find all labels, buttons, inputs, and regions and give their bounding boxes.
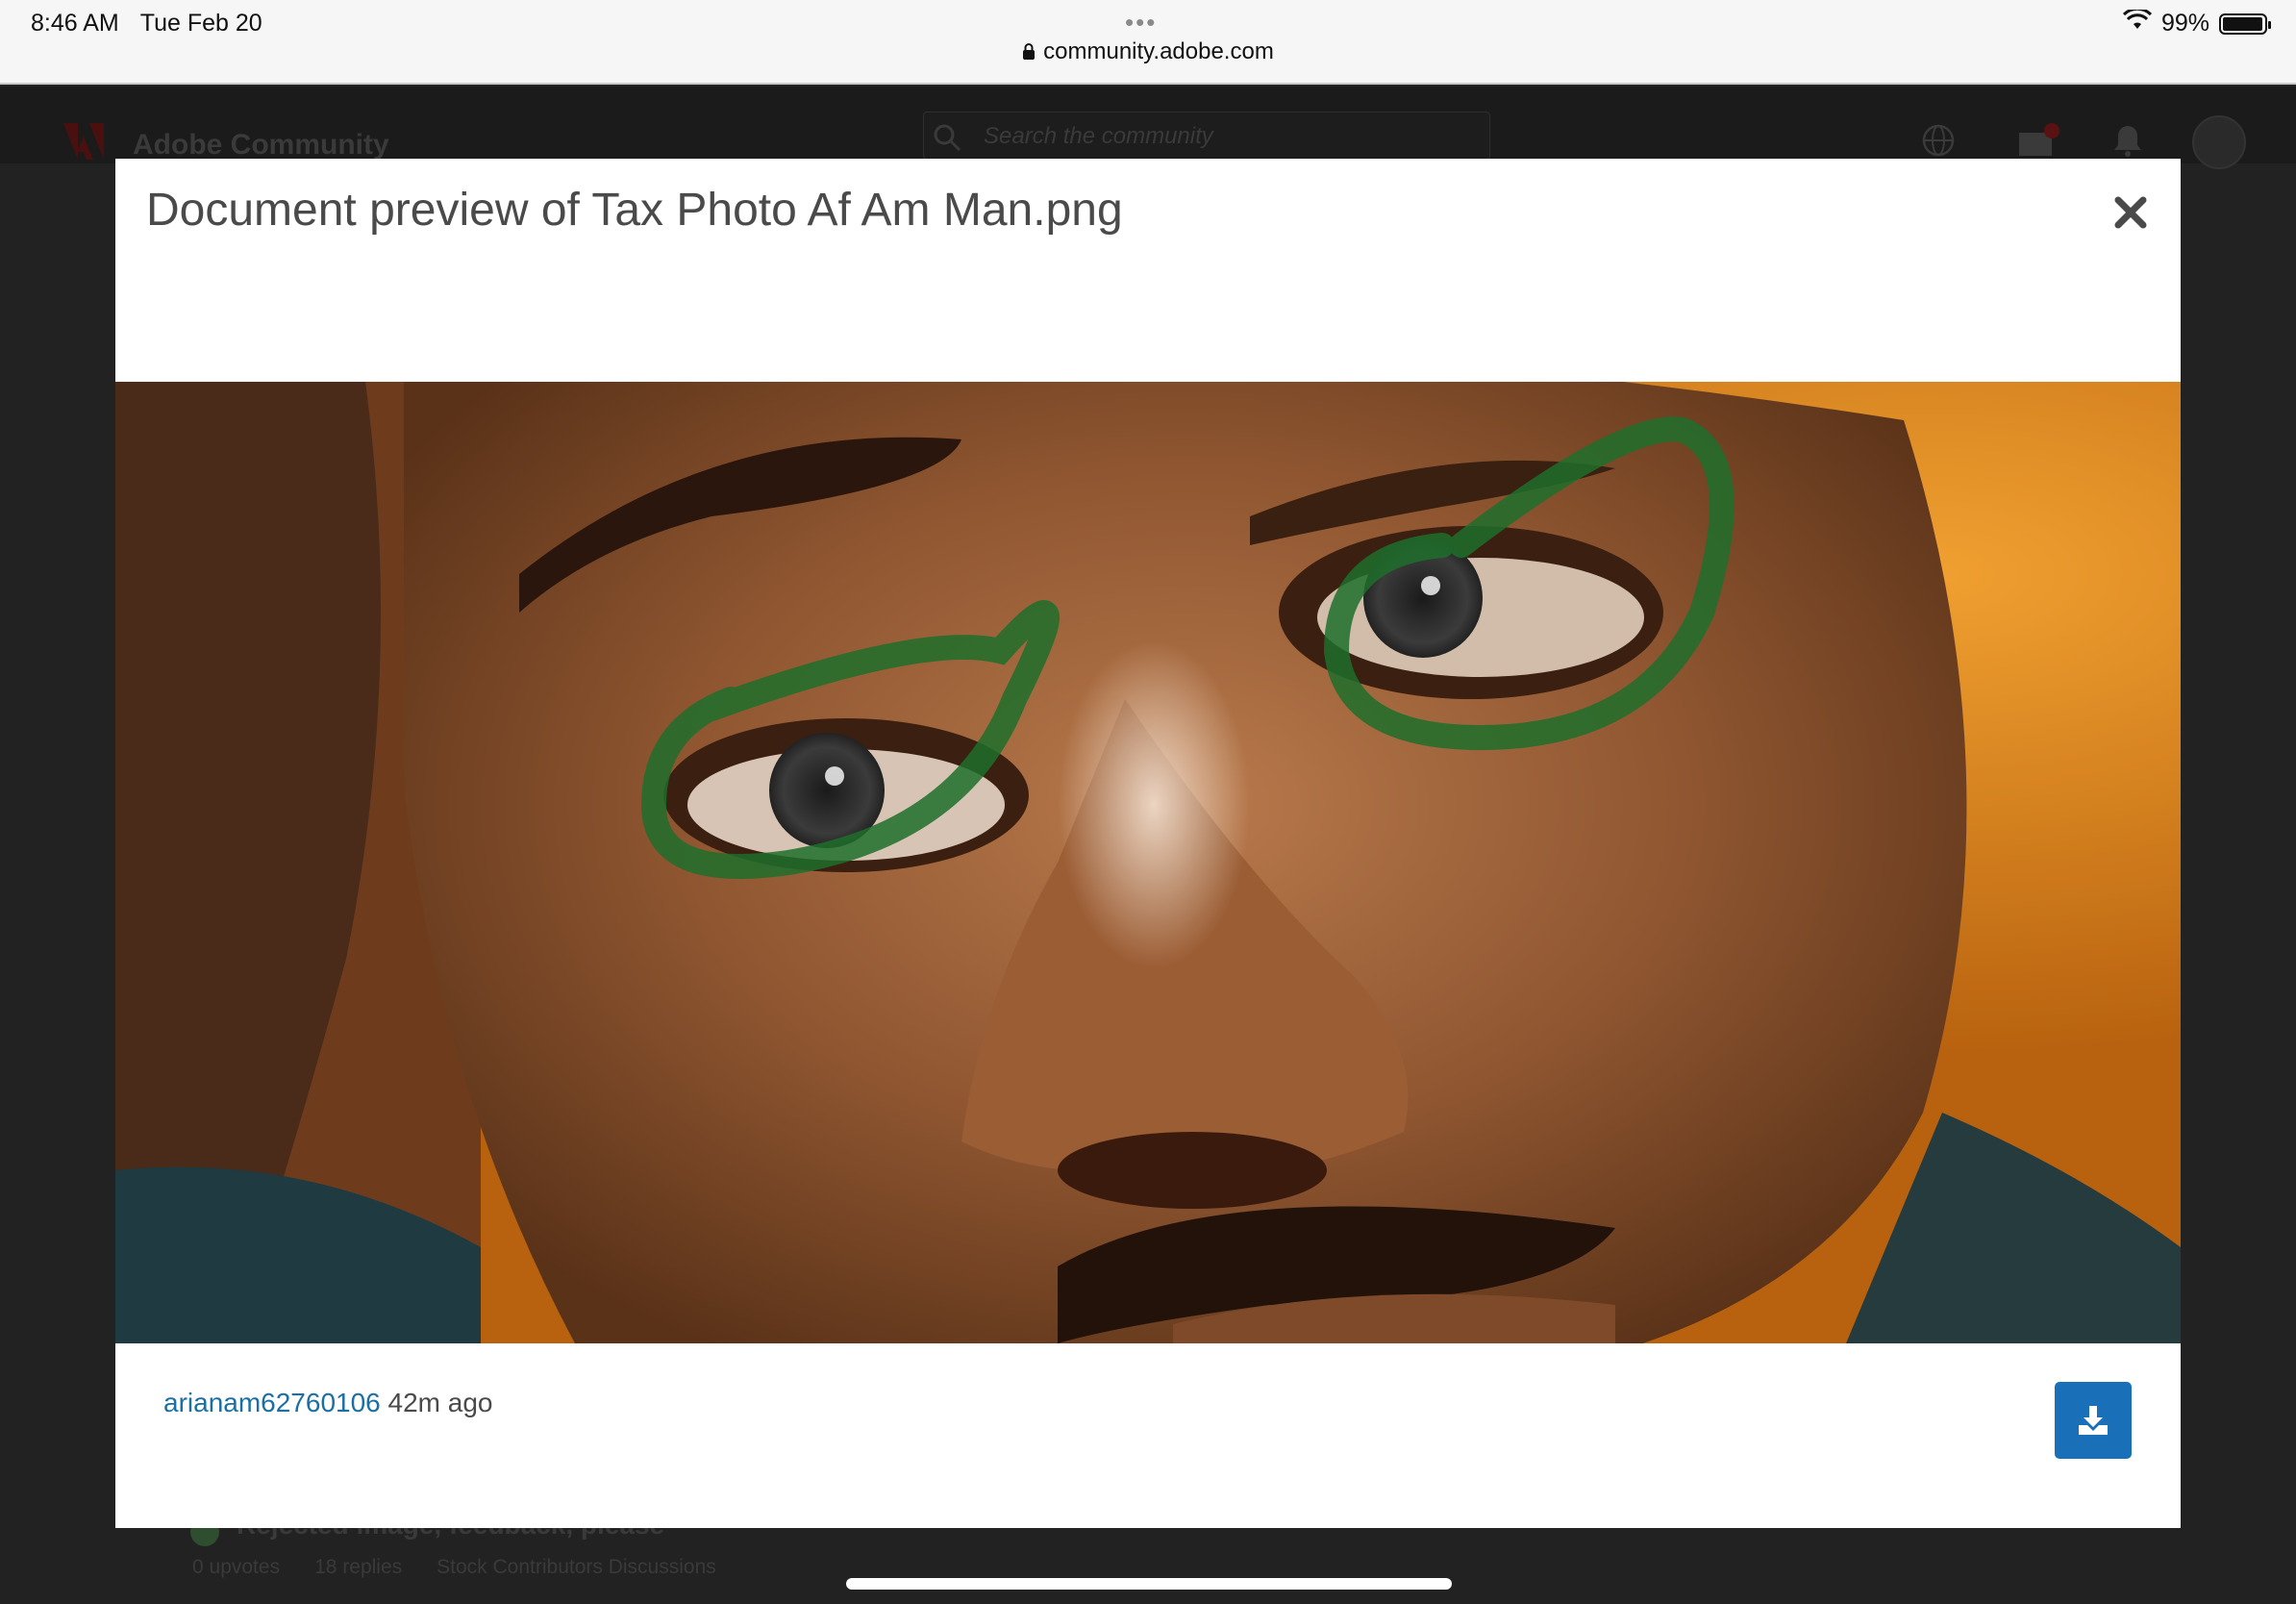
status-time: 8:46 AM — [31, 10, 119, 37]
topic-replies: 18 replies — [314, 1556, 403, 1578]
community-search — [923, 112, 1490, 160]
post-time: 42m ago — [387, 1388, 493, 1417]
wifi-icon — [2122, 7, 2153, 38]
adobe-logo-icon — [63, 123, 104, 164]
attachment-info: arianam62760106 42m ago — [163, 1388, 493, 1418]
brand-name: Adobe Community — [133, 129, 389, 161]
status-date: Tue Feb 20 — [139, 10, 262, 37]
download-button[interactable] — [2055, 1382, 2132, 1459]
search-input — [982, 120, 1462, 153]
lock-icon — [1022, 39, 1036, 66]
status-indicators: 99% — [2122, 7, 2271, 38]
modal-title: Document preview of Tax Photo Af Am Man.… — [146, 185, 1123, 236]
topic-board: Stock Contributors Discussions — [437, 1556, 716, 1578]
bell-icon — [2111, 123, 2144, 163]
avatar — [2192, 115, 2246, 169]
battery-icon — [2219, 13, 2271, 35]
battery-percent: 99% — [2160, 10, 2209, 37]
close-button[interactable] — [2111, 193, 2150, 232]
modal-footer: arianam62760106 42m ago — [115, 1343, 2181, 1528]
multitasking-dots[interactable]: ••• — [1125, 8, 1157, 38]
status-bar: 8:46 AM Tue Feb 20 ••• community.adobe.co… — [0, 0, 2296, 85]
download-icon — [2079, 1406, 2108, 1435]
search-icon — [932, 122, 962, 158]
document-preview-modal: Document preview of Tax Photo Af Am Man.… — [115, 159, 2181, 1528]
home-indicator[interactable] — [846, 1578, 1452, 1590]
url-text: community.adobe.com — [1043, 38, 1274, 64]
author-link[interactable]: arianam62760106 — [163, 1388, 381, 1417]
site-header: Adobe Community — [0, 87, 2296, 169]
topic-meta: 0 upvotes 18 replies Stock Contributors … — [192, 1556, 716, 1579]
preview-photo — [115, 382, 2181, 1343]
topic-upvotes: 0 upvotes — [192, 1556, 281, 1578]
url-bar[interactable]: community.adobe.com — [0, 38, 2296, 66]
image-preview — [115, 382, 2181, 1343]
globe-icon — [1921, 123, 1956, 163]
status-time-date: 8:46 AM Tue Feb 20 — [31, 10, 284, 38]
close-icon — [2114, 196, 2147, 229]
